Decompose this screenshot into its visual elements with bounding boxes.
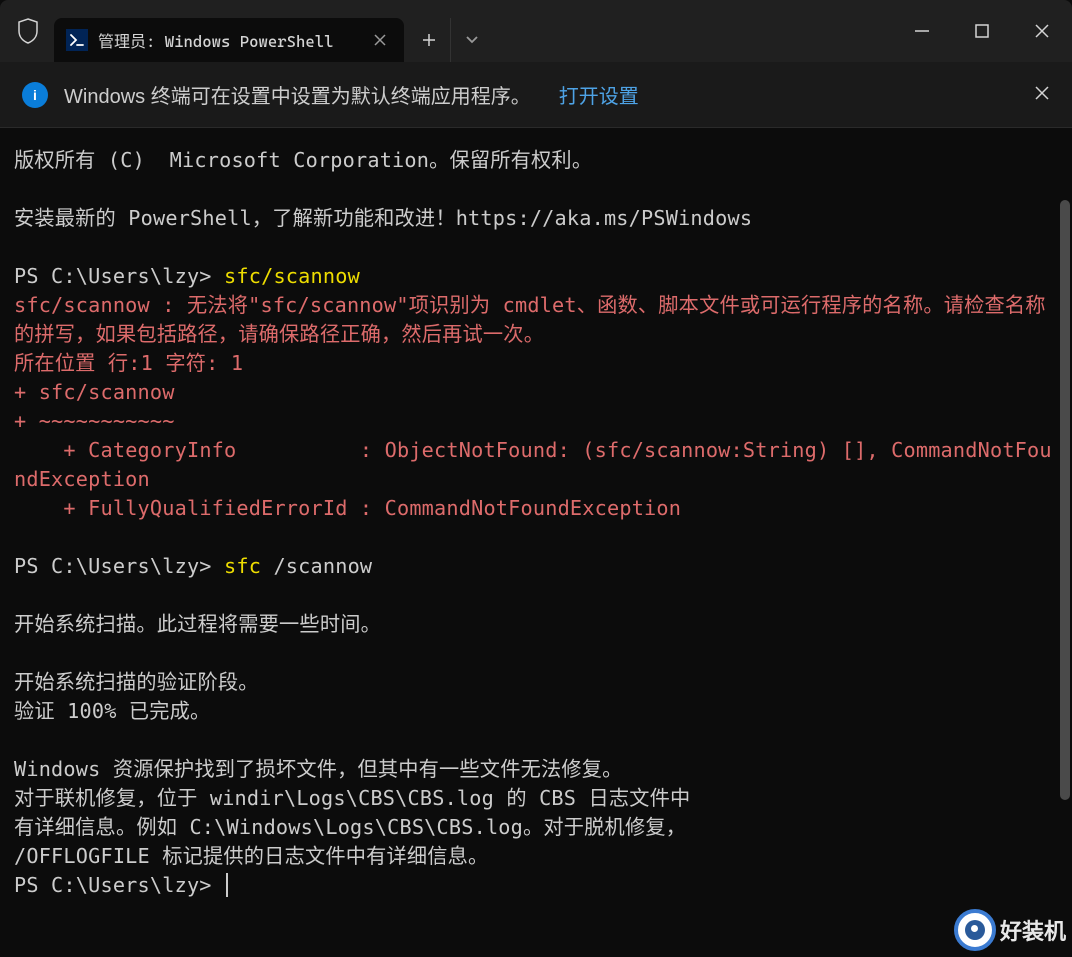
tab-actions xyxy=(408,18,492,62)
prompt-2: PS C:\Users\lzy> xyxy=(14,554,224,578)
uac-shield-icon xyxy=(6,9,50,53)
result-line-4: /OFFLOGFILE 标记提供的日志文件中有详细信息。 xyxy=(14,844,488,868)
error-line-1: sfc/scannow : 无法将"sfc/scannow"项识别为 cmdle… xyxy=(14,293,1046,346)
command-2-arg: /scannow xyxy=(273,554,372,578)
install-line: 安装最新的 PowerShell，了解新功能和改进！https://aka.ms… xyxy=(14,206,752,230)
scan-line-3: 验证 100% 已完成。 xyxy=(14,699,210,723)
terminal-output: 版权所有 (C) Microsoft Corporation。保留所有权利。 安… xyxy=(14,146,1058,900)
error-line-5: + CategoryInfo : ObjectNotFound: (sfc/sc… xyxy=(14,438,1052,491)
scrollbar-thumb[interactable] xyxy=(1060,200,1070,800)
error-line-4: + ~~~~~~~~~~~ xyxy=(14,409,175,433)
result-line-3: 有详细信息。例如 C:\Windows\Logs\CBS\CBS.log。对于脱… xyxy=(14,815,686,839)
error-line-3: + sfc/scannow xyxy=(14,380,175,404)
tab-close-button[interactable] xyxy=(368,28,392,52)
prompt-3: PS C:\Users\lzy> xyxy=(14,873,224,897)
info-close-button[interactable] xyxy=(1034,85,1050,105)
cursor xyxy=(226,873,228,897)
title-bar: 管理员: Windows PowerShell xyxy=(0,0,1072,62)
powershell-icon xyxy=(66,29,88,51)
terminal-window: 管理员: Windows PowerShell xyxy=(0,0,1072,957)
result-line-2: 对于联机修复，位于 windir\Logs\CBS\CBS.log 的 CBS … xyxy=(14,786,690,810)
info-icon: i xyxy=(22,82,48,108)
close-button[interactable] xyxy=(1012,9,1072,53)
info-message: Windows 终端可在设置中设置为默认终端应用程序。 xyxy=(64,80,531,109)
scan-line-1: 开始系统扫描。此过程将需要一些时间。 xyxy=(14,612,381,636)
watermark: 好装机 xyxy=(954,909,1066,951)
command-2: sfc xyxy=(224,554,273,578)
window-controls xyxy=(892,9,1072,53)
active-tab[interactable]: 管理员: Windows PowerShell xyxy=(54,18,404,62)
tab-title: 管理员: Windows PowerShell xyxy=(98,28,358,52)
scrollbar[interactable] xyxy=(1058,128,1072,957)
prompt-1: PS C:\Users\lzy> xyxy=(14,264,224,288)
minimize-button[interactable] xyxy=(892,9,952,53)
watermark-text: 好装机 xyxy=(1000,914,1066,946)
command-1: sfc/scannow xyxy=(224,264,360,288)
tab-dropdown-button[interactable] xyxy=(450,18,492,62)
watermark-logo-icon xyxy=(954,909,996,951)
maximize-button[interactable] xyxy=(952,9,1012,53)
terminal-area[interactable]: 版权所有 (C) Microsoft Corporation。保留所有权利。 安… xyxy=(0,128,1072,957)
error-line-6: + FullyQualifiedErrorId : CommandNotFoun… xyxy=(14,496,681,520)
new-tab-button[interactable] xyxy=(408,18,450,62)
open-settings-link[interactable]: 打开设置 xyxy=(559,80,639,109)
error-line-2: 所在位置 行:1 字符: 1 xyxy=(14,351,243,375)
result-line-1: Windows 资源保护找到了损坏文件，但其中有一些文件无法修复。 xyxy=(14,757,623,781)
info-bar: i Windows 终端可在设置中设置为默认终端应用程序。 打开设置 xyxy=(0,62,1072,128)
scan-line-2: 开始系统扫描的验证阶段。 xyxy=(14,670,259,694)
copyright-line: 版权所有 (C) Microsoft Corporation。保留所有权利。 xyxy=(14,148,592,172)
